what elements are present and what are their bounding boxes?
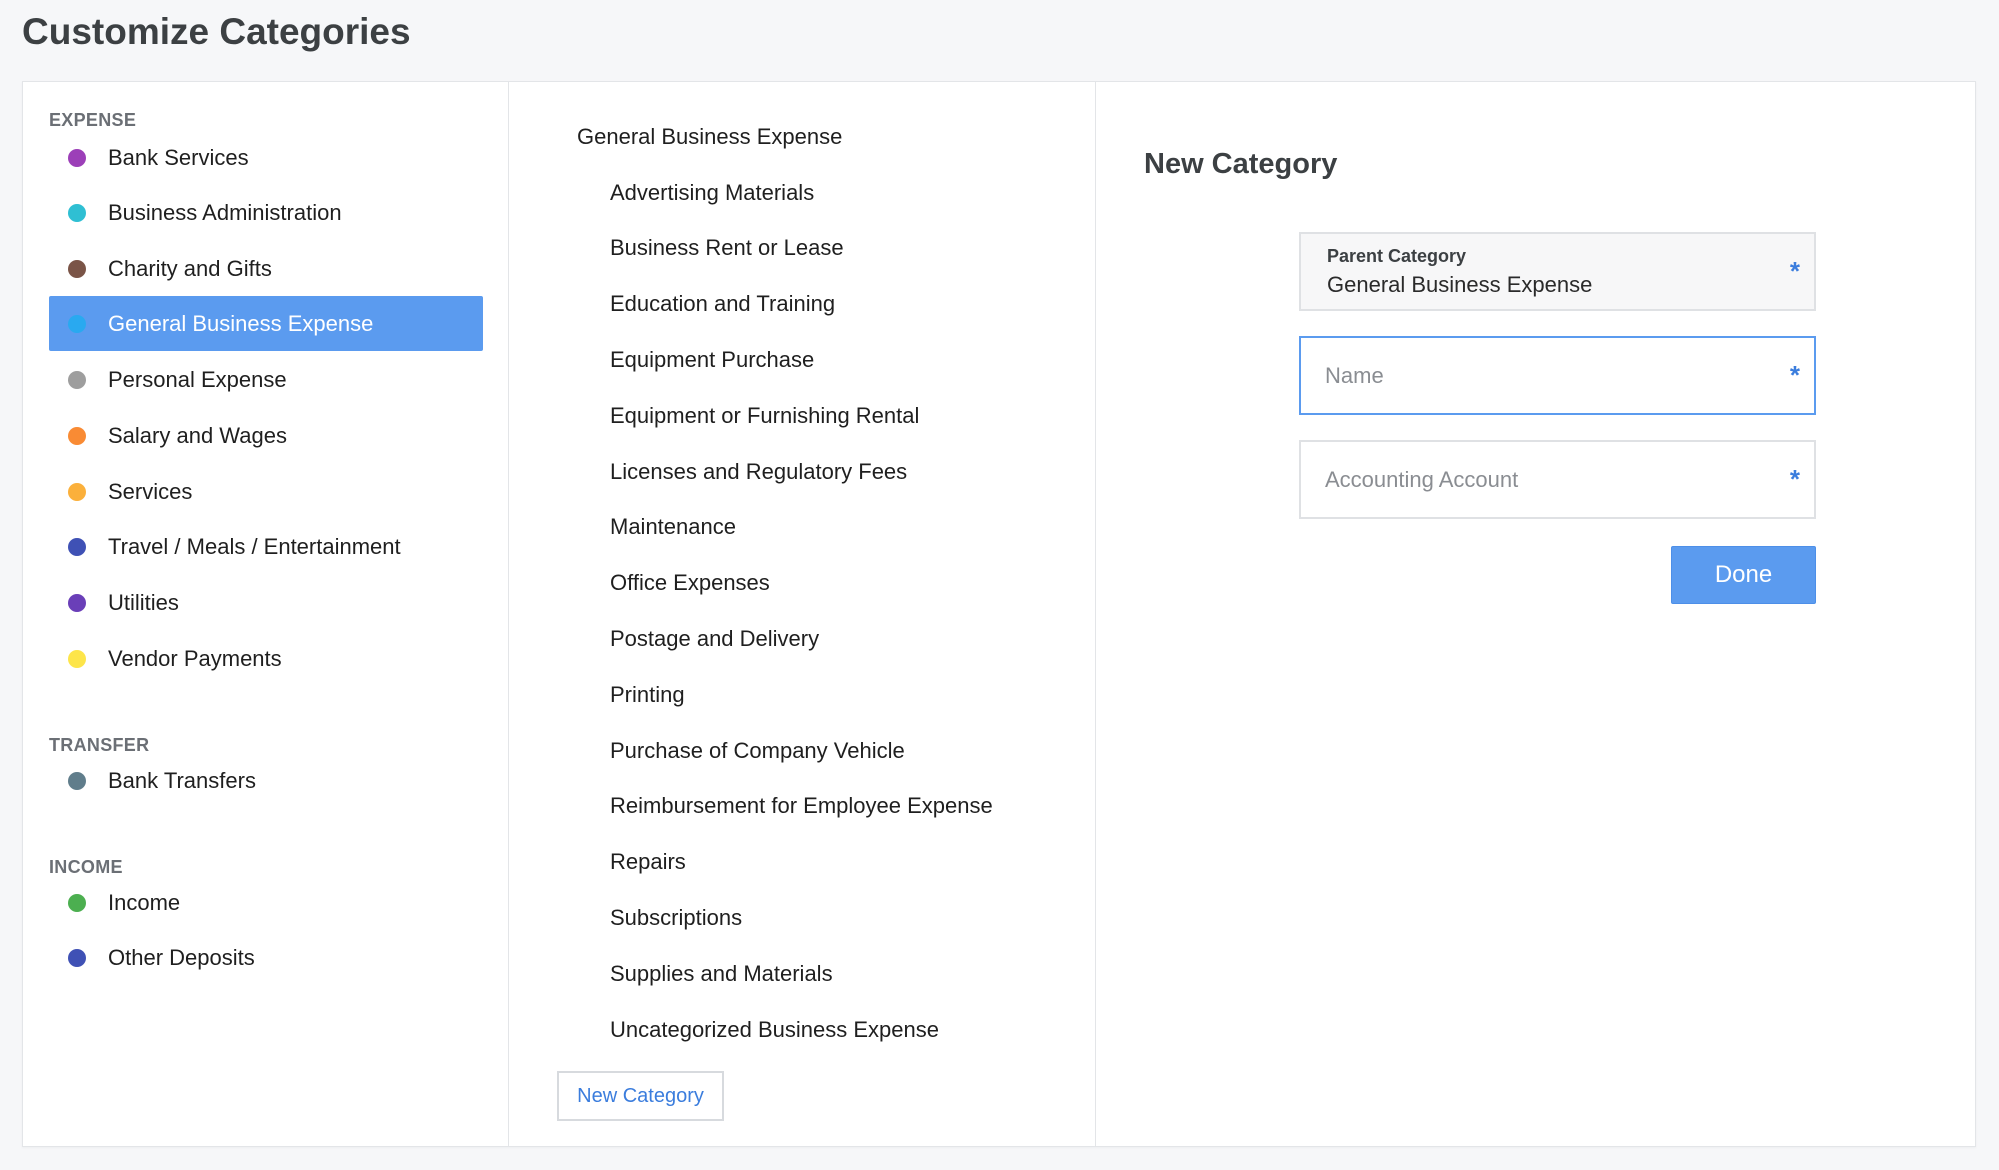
category-color-dot	[68, 771, 86, 790]
category-item-other-deposits[interactable]: Other Deposits	[49, 930, 483, 985]
parent-category-label: Parent Category	[1327, 246, 1467, 266]
category-label: Other Deposits	[108, 944, 255, 970]
category-item-charity-and-gifts[interactable]: Charity and Gifts	[49, 241, 483, 296]
category-label: Income	[108, 889, 181, 915]
new-category-form: New Category Parent Category General Bus…	[1096, 82, 1975, 1146]
category-label: Salary and Wages	[108, 422, 287, 448]
category-label: Services	[108, 478, 193, 504]
category-item-vendor-payments[interactable]: Vendor Payments	[49, 631, 483, 686]
category-label: Vendor Payments	[108, 645, 282, 671]
accounting-account-input[interactable]	[1325, 442, 1765, 517]
category-color-dot	[68, 593, 86, 612]
category-label: Travel / Meals / Entertainment	[108, 533, 401, 559]
subcategory-item[interactable]: Maintenance	[610, 512, 736, 542]
category-label: Personal Expense	[108, 366, 287, 392]
category-color-dot	[68, 537, 86, 556]
category-color-dot	[68, 259, 86, 278]
category-color-dot	[68, 649, 86, 668]
category-label: Bank Transfers	[108, 767, 256, 793]
category-label: Business Administration	[108, 199, 342, 225]
category-color-dot	[68, 370, 86, 389]
category-item-salary-and-wages[interactable]: Salary and Wages	[49, 408, 483, 463]
done-button[interactable]: Done	[1671, 546, 1816, 604]
subcategory-item[interactable]: Printing	[610, 680, 685, 710]
parent-category-field[interactable]: Parent Category General Business Expense…	[1299, 232, 1816, 311]
accounting-account-field[interactable]: *	[1299, 440, 1816, 519]
category-label: Utilities	[108, 589, 179, 615]
required-asterisk-icon: *	[1789, 464, 1800, 494]
page-title: Customize Categories	[22, 11, 411, 52]
category-item-travel-meals-entertainment[interactable]: Travel / Meals / Entertainment	[49, 519, 483, 574]
subcategory-item[interactable]: Subscriptions	[610, 903, 742, 933]
category-item-services[interactable]: Services	[49, 464, 483, 519]
section-header-expense: EXPENSE	[49, 110, 137, 130]
category-label: Bank Services	[108, 144, 249, 170]
parent-category-value: General Business Expense	[1327, 272, 1593, 297]
form-title: New Category	[1144, 148, 1338, 180]
subcategory-list: General Business Expense Advertising Mat…	[509, 82, 1096, 1146]
subcategory-item[interactable]: Advertising Materials	[610, 178, 814, 208]
category-label: Charity and Gifts	[108, 255, 272, 281]
subcategory-item[interactable]: Postage and Delivery	[610, 624, 819, 654]
subcategory-item[interactable]: Licenses and Regulatory Fees	[610, 457, 907, 487]
name-field[interactable]: *	[1299, 336, 1816, 415]
category-item-general-business-expense[interactable]: General Business Expense	[49, 296, 483, 351]
category-color-dot	[68, 314, 86, 333]
subcategory-item[interactable]: Uncategorized Business Expense	[610, 1015, 939, 1045]
category-item-utilities[interactable]: Utilities	[49, 575, 483, 630]
category-list: EXPENSE Bank Services Business Administr…	[23, 82, 509, 1146]
category-item-income[interactable]: Income	[49, 875, 483, 930]
subcategory-item[interactable]: Reimbursement for Employee Expense	[610, 791, 993, 821]
subcategory-item[interactable]: Equipment or Furnishing Rental	[610, 401, 919, 431]
subcategory-parent-title[interactable]: General Business Expense	[577, 122, 842, 152]
category-item-business-administration[interactable]: Business Administration	[49, 185, 483, 240]
subcategory-item[interactable]: Equipment Purchase	[610, 345, 814, 375]
subcategory-item[interactable]: Repairs	[610, 847, 686, 877]
new-category-button[interactable]: New Category	[557, 1071, 724, 1121]
category-color-dot	[68, 948, 86, 967]
required-asterisk-icon: *	[1789, 360, 1800, 390]
subcategory-item[interactable]: Supplies and Materials	[610, 959, 833, 989]
category-item-bank-services[interactable]: Bank Services	[49, 130, 483, 185]
category-item-bank-transfers[interactable]: Bank Transfers	[49, 753, 483, 808]
name-input[interactable]	[1325, 338, 1765, 413]
category-color-dot	[68, 482, 86, 501]
category-item-personal-expense[interactable]: Personal Expense	[49, 352, 483, 407]
category-color-dot	[68, 148, 86, 167]
categories-card: EXPENSE Bank Services Business Administr…	[22, 81, 1976, 1147]
subcategory-item[interactable]: Office Expenses	[610, 568, 770, 598]
subcategory-item[interactable]: Education and Training	[610, 289, 835, 319]
category-color-dot	[68, 203, 86, 222]
category-color-dot	[68, 426, 86, 445]
subcategory-item[interactable]: Purchase of Company Vehicle	[610, 736, 905, 766]
category-label: General Business Expense	[108, 310, 374, 336]
category-color-dot	[68, 893, 86, 912]
subcategory-item[interactable]: Business Rent or Lease	[610, 233, 844, 263]
required-asterisk-icon: *	[1789, 256, 1800, 286]
